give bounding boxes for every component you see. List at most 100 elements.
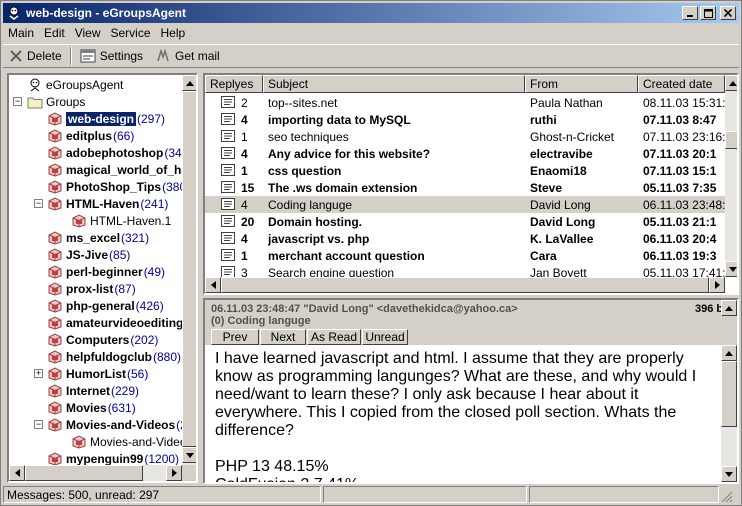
body-paragraph: I have learned javascript and html. I as… [215, 350, 697, 439]
resize-grip-icon[interactable] [721, 486, 735, 503]
tree-item-group[interactable]: php-general (426) [47, 297, 164, 314]
maximize-button[interactable] [700, 6, 716, 20]
message-row[interactable]: 1 seo techniques Ghost-n-Cricket 07.11.03 2… [205, 128, 725, 145]
delete-button[interactable]: Delete [3, 45, 68, 67]
message-row[interactable]: 20 Domain hosting. David Long 05.11.03 21:1 [205, 213, 725, 230]
minimize-button[interactable] [682, 6, 698, 20]
tree-item-group[interactable]: ms_excel (321) [47, 229, 149, 246]
col-header-subject[interactable]: Subject [263, 75, 525, 93]
menu-service[interactable]: Service [106, 26, 156, 40]
tree-item-group[interactable]: JS-Jive (85) [47, 246, 130, 263]
col-header-date[interactable]: Created date [638, 75, 725, 93]
preview-scroll-thumb[interactable] [721, 361, 737, 427]
tree-item-group[interactable]: web-design (297) [47, 110, 165, 127]
get-mail-button[interactable]: Get mail [149, 45, 226, 67]
message-icon [221, 130, 235, 142]
col-header-from[interactable]: From [525, 75, 638, 93]
group-icon [47, 383, 63, 398]
list-scroll-down-button[interactable] [725, 261, 737, 277]
tree-item-group[interactable]: helpfuldogclub (880) [47, 348, 181, 365]
tree-content: eGroupsAgent − Groups web-design (297) edi… [9, 75, 182, 465]
scroll-corner [182, 465, 196, 481]
groups-expander[interactable]: − [13, 97, 22, 106]
tree-item-group[interactable]: amateurvideoediting [47, 314, 182, 331]
menu-edit[interactable]: Edit [39, 26, 70, 40]
mark-unread-button[interactable]: Unread [362, 329, 408, 345]
list-scroll-up-button[interactable] [725, 75, 737, 91]
tree-item-group[interactable]: Computers (202) [47, 331, 158, 348]
menu-view[interactable]: View [70, 26, 106, 40]
mark-read-button[interactable]: As Read [307, 329, 361, 345]
settings-button[interactable]: Settings [74, 45, 149, 67]
group-name: Movies [66, 400, 107, 415]
message-row[interactable]: 4 javascript vs. php K. LaVallee 06.11.03 2… [205, 230, 725, 247]
tree-item-group[interactable]: HumorList (56) [47, 365, 148, 382]
tree-scroll-down-button[interactable] [182, 447, 196, 463]
tree-item-group[interactable]: Internet (229) [47, 382, 139, 399]
tree-expander[interactable]: + [34, 369, 43, 378]
list-hscroll-thumb[interactable] [221, 277, 709, 293]
message-row[interactable]: 15 The .ws domain extension Steve 05.11.03 … [205, 179, 725, 196]
message-row[interactable]: 4 Any advice for this website? electravibe… [205, 145, 725, 162]
prev-button[interactable]: Prev [211, 329, 259, 345]
tree-expander[interactable]: − [34, 420, 43, 429]
tree-scroll-thumb[interactable] [182, 91, 196, 447]
message-row[interactable]: 4 importing data to MySQL ruthi 07.11.03 8:… [205, 111, 725, 128]
menu-main[interactable]: Main [3, 26, 39, 40]
tree-hscroll-thumb[interactable] [25, 465, 143, 481]
message-subject: seo techniques [268, 129, 349, 144]
tree-item-group[interactable]: HTML-Haven.1 [71, 212, 172, 229]
reply-count: 15 [241, 180, 255, 195]
message-row[interactable]: 2 top--sites.net Paula Nathan 08.11.03 15:3… [205, 94, 725, 111]
preview-vscrollbar[interactable] [721, 345, 737, 482]
tree-item-group[interactable]: perl-beginner (49) [47, 263, 165, 280]
list-scroll-left-button[interactable] [205, 277, 221, 293]
tree-scroll-right-button[interactable] [166, 465, 182, 481]
tree-groups[interactable]: Groups [27, 93, 85, 110]
tree-item-group[interactable]: PhotoShop_Tips(380 [47, 178, 182, 195]
message-list[interactable]: Replyes Subject From Created date 2 top--… [203, 73, 739, 295]
message-row[interactable]: 1 merchant account question Cara 06.11.03 1… [205, 247, 725, 264]
group-icon [47, 230, 63, 245]
message-subject: The .ws domain extension [268, 180, 418, 195]
message-body[interactable]: I have learned javascript and html. I as… [215, 350, 715, 482]
col-header-replies[interactable]: Replyes [205, 75, 263, 93]
tree-expander[interactable]: − [34, 199, 43, 208]
group-tree[interactable]: eGroupsAgent − Groups web-design (297) edi… [7, 73, 198, 483]
preview-scroll-up-button[interactable] [721, 345, 737, 361]
message-row[interactable]: 4 Coding languge David Long 06.11.03 23:48:… [205, 196, 725, 213]
tree-item-group[interactable]: Movies-and-Videos.1 [71, 433, 182, 450]
tree-item-group[interactable]: adobephotoshop(343 [47, 144, 182, 161]
tree-item-group[interactable]: magical_world_of_ha [47, 161, 182, 178]
tree-root[interactable]: eGroupsAgent [27, 76, 123, 93]
tree-item-group[interactable]: prox-list (87) [47, 280, 136, 297]
list-hscrollbar[interactable] [205, 277, 725, 293]
app-window: web-design - eGroupsAgent Main Edit View… [0, 0, 742, 506]
preview-scroll-down-button[interactable] [721, 466, 737, 482]
list-vscrollbar[interactable] [725, 75, 737, 277]
next-button[interactable]: Next [260, 329, 306, 345]
preview-head-scroll-up-button[interactable] [721, 300, 737, 316]
tree-item-group[interactable]: HTML-Haven (241) [47, 195, 168, 212]
tree-item-group[interactable]: editplus (66) [47, 127, 134, 144]
menu-help[interactable]: Help [156, 26, 191, 40]
arrow-up-icon [729, 80, 737, 86]
tree-item-group[interactable]: Movies (631) [47, 399, 136, 416]
tree-item-group[interactable]: mypenguin99 (1200) [47, 450, 179, 465]
group-name: perl-beginner [66, 264, 143, 279]
message-from: Ghost-n-Cricket [530, 129, 615, 144]
tree-item-group[interactable]: Movies-and-Videos(2 [47, 416, 182, 433]
tree-groups-label: Groups [46, 94, 86, 109]
preview-meta: 06.11.03 23:48:47 "David Long" <davethek… [211, 303, 518, 315]
message-row[interactable]: 1 css question Enaomi18 07.11.03 15:1 [205, 162, 725, 179]
tree-scroll-up-button[interactable] [182, 75, 196, 91]
tree-vscrollbar[interactable] [182, 75, 196, 465]
group-name: PhotoShop_Tips [66, 179, 162, 194]
tree-scroll-left-button[interactable] [9, 465, 25, 481]
list-scroll-right-button[interactable] [709, 277, 725, 293]
message-icon [221, 96, 235, 108]
tree-hscrollbar[interactable] [9, 465, 182, 481]
list-scroll-thumb[interactable] [725, 131, 737, 149]
get-mail-label: Get mail [175, 49, 220, 63]
close-button[interactable] [720, 6, 736, 20]
